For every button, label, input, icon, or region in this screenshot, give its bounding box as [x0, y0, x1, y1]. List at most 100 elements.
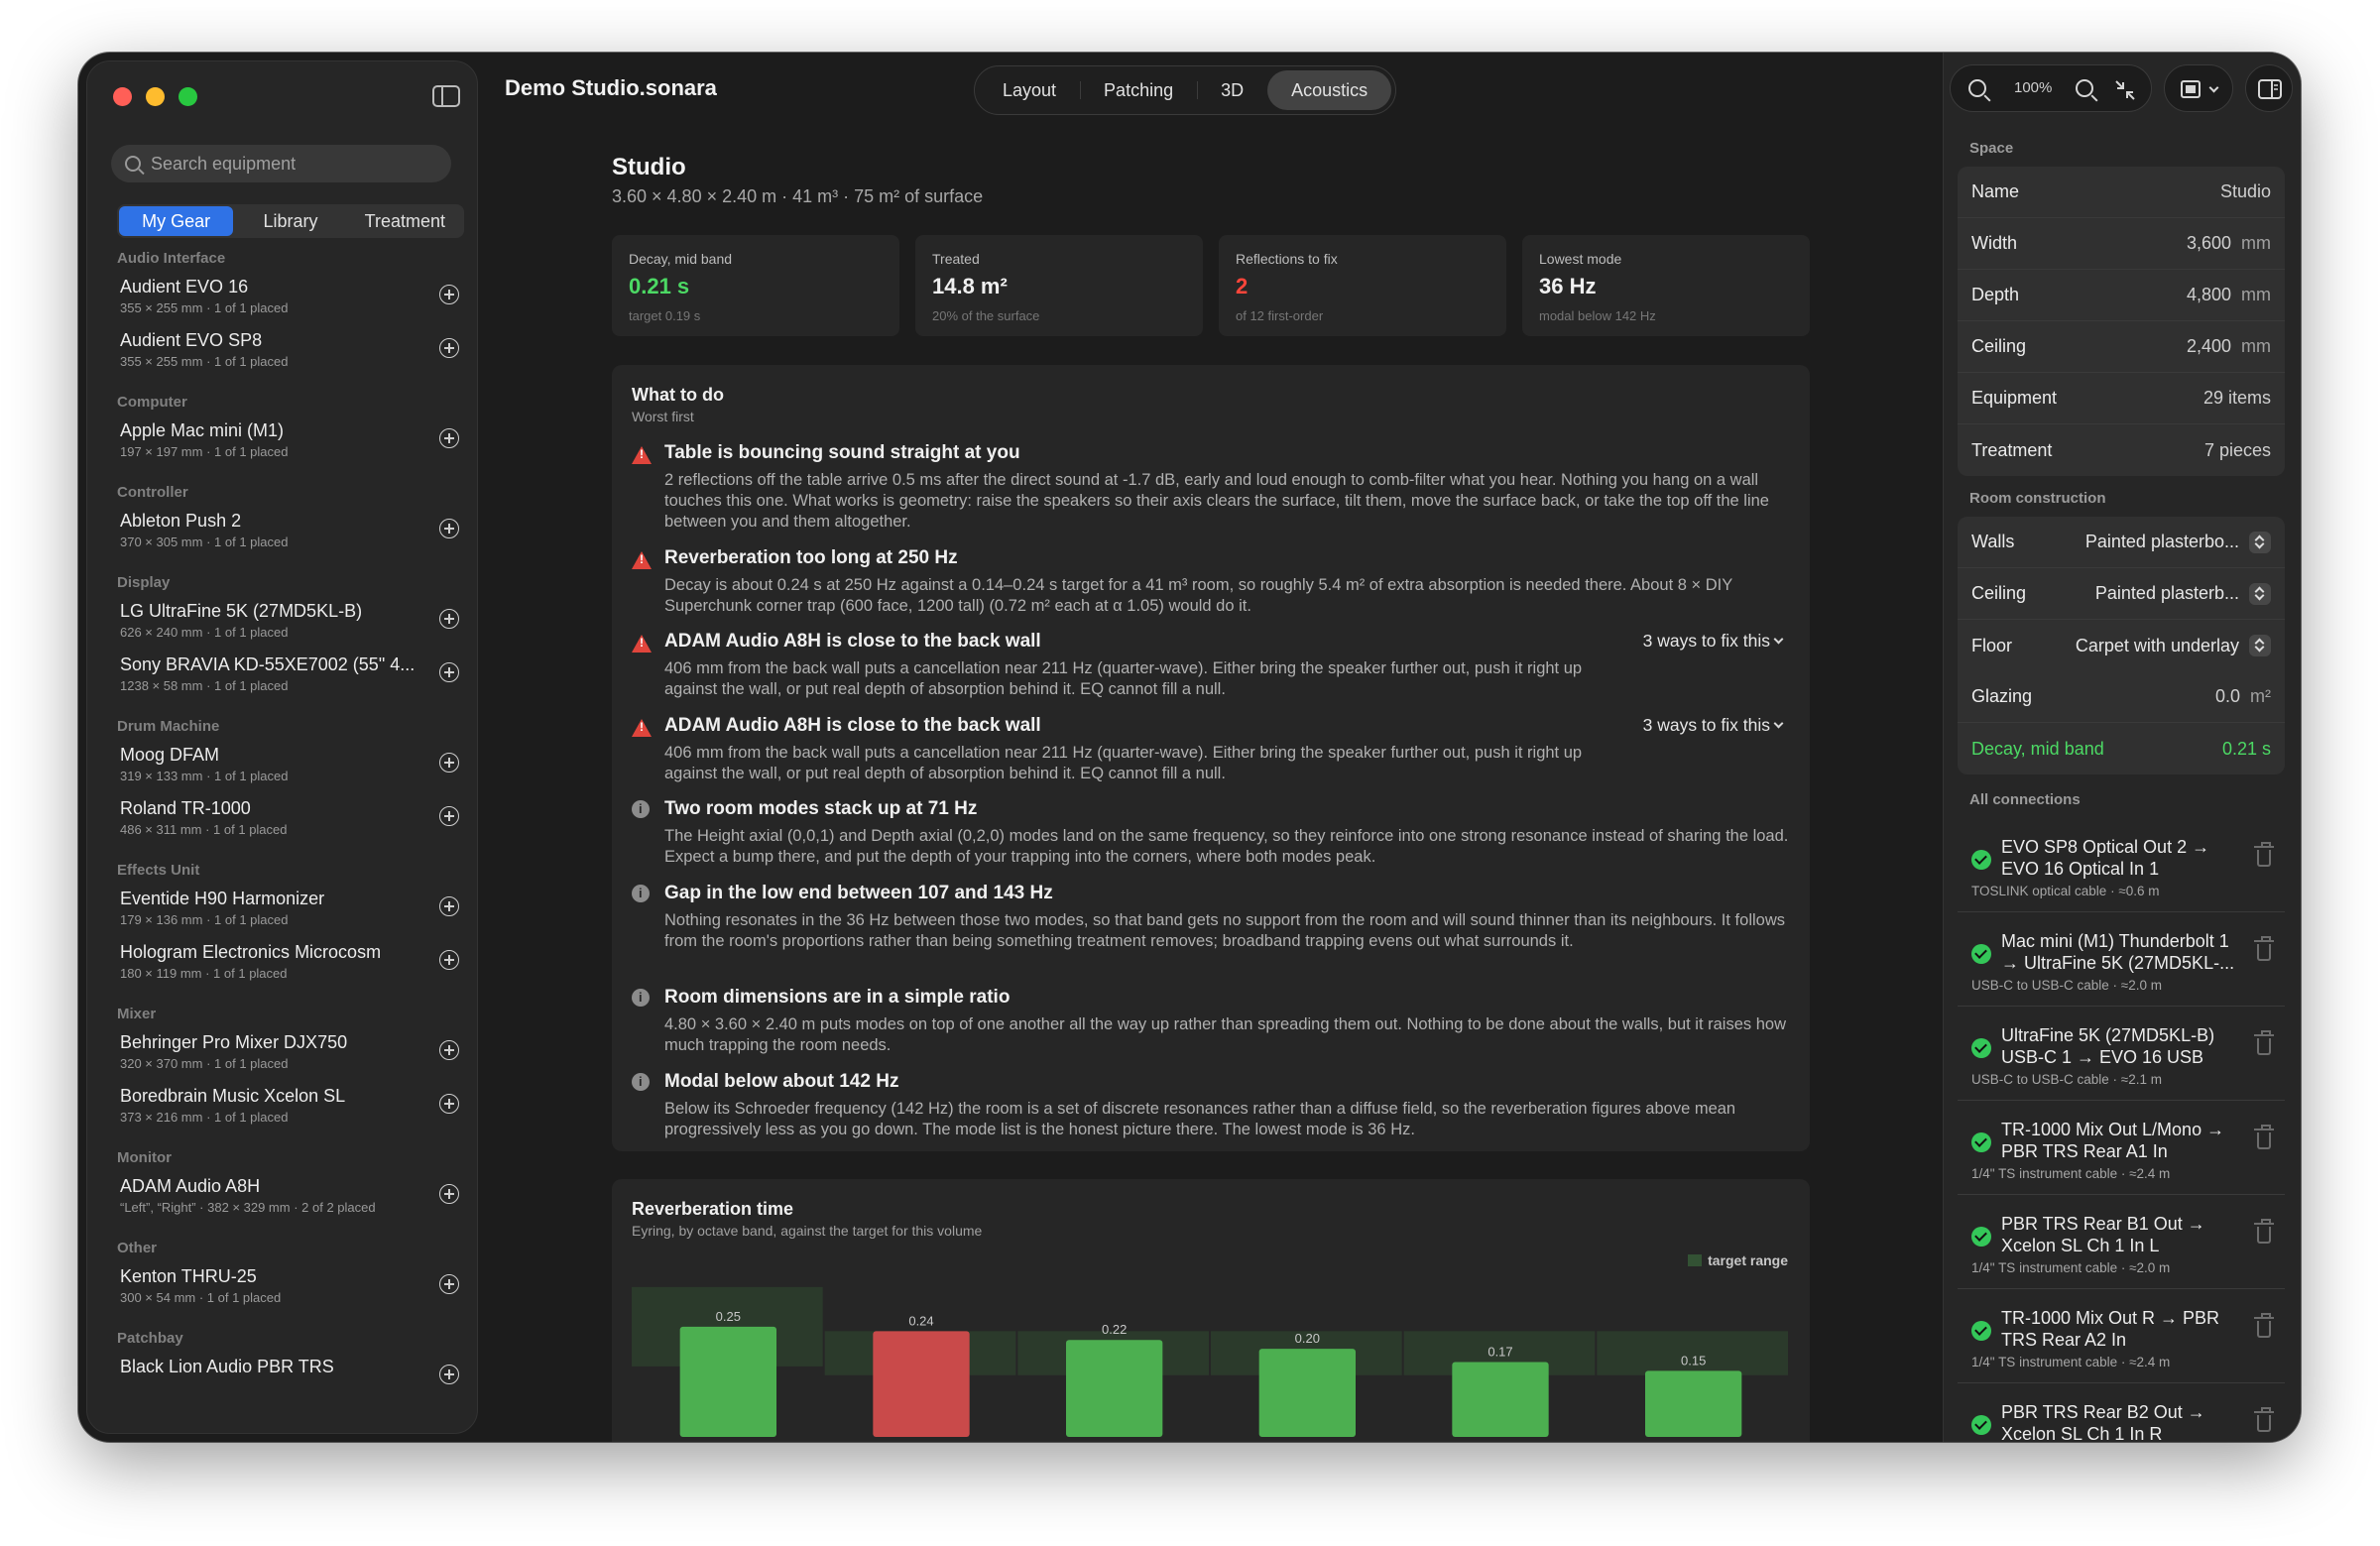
construction-row-floor[interactable]: Floor Carpet with underlay: [1958, 620, 2285, 671]
segment-library[interactable]: Library: [233, 206, 347, 236]
minimize-window-button[interactable]: [146, 87, 165, 106]
gear-list-item[interactable]: Apple Mac mini (M1) 197 × 197 mm · 1 of 1…: [87, 413, 477, 466]
bar-4k[interactable]: [1645, 1370, 1742, 1437]
trash-icon[interactable]: [2254, 1407, 2274, 1432]
space-row-treatment[interactable]: Treatment 7 pieces: [1958, 424, 2285, 476]
gear-list-item[interactable]: Eventide H90 Harmonizer 179 × 136 mm · 1 …: [87, 881, 477, 934]
bar-250[interactable]: [873, 1331, 970, 1437]
gear-list-item[interactable]: Boredbrain Music Xcelon SL 373 × 216 mm ·…: [87, 1078, 477, 1131]
row-value[interactable]: Studio: [2220, 181, 2271, 201]
fit-to-view-icon[interactable]: [2113, 78, 2137, 102]
glazing-value[interactable]: 0.0: [2215, 686, 2240, 706]
fix-options-button[interactable]: 3 ways to fix this: [1643, 715, 1784, 736]
trash-icon[interactable]: [2254, 1219, 2274, 1244]
connection-name: PBR TRS Rear B2 Out → Xcelon SL Ch 1 In …: [2001, 1402, 2205, 1442]
add-circle-icon[interactable]: [439, 1184, 459, 1204]
space-row-name[interactable]: Name Studio: [1958, 167, 2285, 218]
gear-list-item[interactable]: Black Lion Audio PBR TRS: [87, 1349, 477, 1402]
add-circle-icon[interactable]: [439, 1365, 459, 1384]
gear-list-item[interactable]: Moog DFAM 319 × 133 mm · 1 of 1 placed: [87, 737, 477, 790]
add-circle-icon[interactable]: [439, 753, 459, 773]
connection-item[interactable]: TR-1000 Mix Out R → PBR TRS Rear A2 In 1/…: [1958, 1289, 2285, 1383]
trash-icon[interactable]: [2254, 1125, 2274, 1149]
trash-icon[interactable]: [2254, 1030, 2274, 1055]
inspector-icon: [2258, 79, 2282, 99]
gear-list-item[interactable]: Roland TR-1000 486 × 311 mm · 1 of 1 plac…: [87, 790, 477, 844]
close-window-button[interactable]: [113, 87, 132, 106]
add-circle-icon[interactable]: [439, 1094, 459, 1114]
connection-item[interactable]: UltraFine 5K (27MD5KL-B) USB-C 1 → EVO 1…: [1958, 1007, 2285, 1101]
add-circle-icon[interactable]: [439, 338, 459, 358]
gear-list-item[interactable]: Hologram Electronics Microcosm 180 × 119 …: [87, 934, 477, 988]
material-select[interactable]: Carpet with underlay: [2076, 635, 2271, 656]
room-summary: 3.60 × 4.80 × 2.40 m · 41 m³ · 75 m² of …: [612, 186, 984, 206]
add-circle-icon[interactable]: [439, 428, 459, 448]
connections-list: EVO SP8 Optical Out 2 → EVO 16 Optical I…: [1958, 818, 2285, 1442]
gear-list-item[interactable]: LG UltraFine 5K (27MD5KL-B) 626 × 240 mm …: [87, 593, 477, 647]
space-row-equipment[interactable]: Equipment 29 items: [1958, 373, 2285, 424]
gear-list-item[interactable]: Behringer Pro Mixer DJX750 320 × 370 mm ·…: [87, 1024, 477, 1078]
row-value[interactable]: 7 pieces: [2204, 440, 2271, 460]
zoom-out-icon[interactable]: [1968, 79, 1986, 97]
search-input[interactable]: [151, 153, 418, 175]
connection-item[interactable]: EVO SP8 Optical Out 2 → EVO 16 Optical I…: [1958, 818, 2285, 912]
add-circle-icon[interactable]: [439, 950, 459, 970]
gear-list-item[interactable]: Kenton THRU-25 300 × 54 mm · 1 of 1 place…: [87, 1258, 477, 1312]
equipment-search[interactable]: [111, 145, 451, 182]
row-label: Ceiling: [1971, 583, 2027, 603]
gear-list-item[interactable]: Ableton Push 2 370 × 305 mm · 1 of 1 plac…: [87, 503, 477, 556]
construction-row-ceiling[interactable]: Ceiling Painted plasterb...: [1958, 568, 2285, 620]
add-circle-icon[interactable]: [439, 896, 459, 916]
bar-125[interactable]: [679, 1326, 776, 1437]
fix-options-button[interactable]: 3 ways to fix this: [1643, 631, 1784, 652]
segment-treatment[interactable]: Treatment: [348, 206, 462, 236]
gear-list: Audio Interface Audient EVO 16 355 × 255 m…: [87, 242, 477, 1412]
space-row-ceiling[interactable]: Ceiling 2,400 mm: [1958, 321, 2285, 373]
row-value[interactable]: 3,600: [2187, 233, 2231, 253]
add-circle-icon[interactable]: [439, 1040, 459, 1060]
bar-1k[interactable]: [1258, 1349, 1356, 1437]
construction-row-walls[interactable]: Walls Painted plasterbo...: [1958, 517, 2285, 568]
up-down-chevron-icon: [2249, 582, 2271, 605]
add-circle-icon[interactable]: [439, 519, 459, 538]
material-select[interactable]: Painted plasterb...: [2095, 582, 2271, 605]
row-value[interactable]: 4,800: [2187, 285, 2231, 304]
trash-icon[interactable]: [2254, 1313, 2274, 1338]
connection-item[interactable]: PBR TRS Rear B2 Out → Xcelon SL Ch 1 In …: [1958, 1383, 2285, 1442]
row-value[interactable]: 29 items: [2203, 388, 2271, 408]
sidebar-toggle-icon[interactable]: [432, 85, 460, 107]
gear-list-item[interactable]: ADAM Audio A8H “Left”, “Right” · 382 × 32…: [87, 1168, 477, 1222]
add-circle-icon[interactable]: [439, 1274, 459, 1294]
connection-item[interactable]: PBR TRS Rear B1 Out → Xcelon SL Ch 1 In …: [1958, 1195, 2285, 1289]
add-circle-icon[interactable]: [439, 806, 459, 826]
space-row-width[interactable]: Width 3,600 mm: [1958, 218, 2285, 270]
gear-detail: 373 × 216 mm · 1 of 1 placed: [120, 1110, 289, 1125]
inspector-toggle-button[interactable]: [2245, 64, 2293, 112]
todo-item-body: 4.80 × 3.60 × 2.40 m puts modes on top o…: [664, 1015, 1786, 1054]
stat-value: 2: [1236, 274, 1249, 298]
zoom-in-icon[interactable]: [2076, 79, 2093, 97]
gear-list-item[interactable]: Sony BRAVIA KD-55XE7002 (55" 4... 1238 × …: [87, 647, 477, 700]
add-circle-icon[interactable]: [439, 662, 459, 682]
bar-2k[interactable]: [1452, 1362, 1549, 1437]
space-row-depth[interactable]: Depth 4,800 mm: [1958, 270, 2285, 321]
gear-list-item[interactable]: Audient EVO SP8 355 × 255 mm · 1 of 1 pla…: [87, 322, 477, 376]
trash-icon[interactable]: [2254, 936, 2274, 961]
add-circle-icon[interactable]: [439, 609, 459, 629]
gear-list-item[interactable]: Audient EVO 16 355 × 255 mm · 1 of 1 plac…: [87, 269, 477, 322]
material-select[interactable]: Painted plasterbo...: [2085, 531, 2271, 553]
bar-500[interactable]: [1066, 1340, 1163, 1437]
add-circle-icon[interactable]: [439, 285, 459, 304]
connection-item[interactable]: TR-1000 Mix Out L/Mono → PBR TRS Rear A1…: [1958, 1101, 2285, 1195]
glazing-unit: m²: [2250, 686, 2271, 706]
frame-menu-button[interactable]: [2164, 64, 2233, 112]
segment-my-gear[interactable]: My Gear: [119, 206, 234, 236]
glazing-row[interactable]: Glazing 0.0 m²: [1958, 671, 2285, 723]
connection-item[interactable]: Mac mini (M1) Thunderbolt 1 → UltraFine …: [1958, 912, 2285, 1007]
todo-item: Room dimensions are in a simple ratio 4.8…: [632, 987, 1790, 1056]
row-value[interactable]: 2,400: [2187, 336, 2231, 356]
trash-icon[interactable]: [2254, 842, 2274, 867]
zoom-window-button[interactable]: [178, 87, 197, 106]
